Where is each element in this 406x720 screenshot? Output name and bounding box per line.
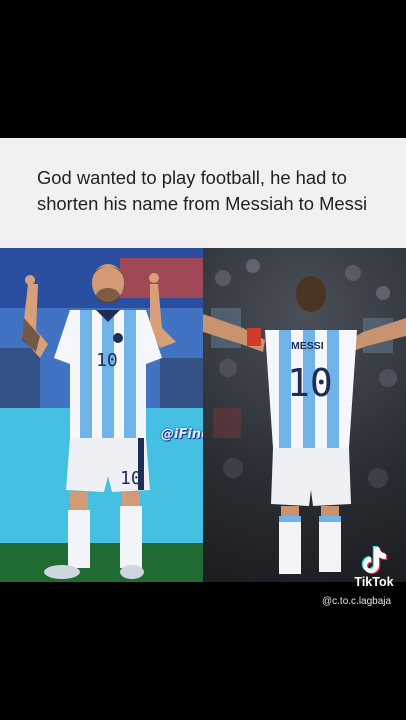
video-frame: God wanted to play football, he had to s… [0, 0, 406, 720]
jersey-number-left: 10 [96, 350, 118, 371]
player-arms-spread-illustration: MESSI 10 [203, 259, 406, 574]
shorts-number-left: 10 [120, 468, 142, 489]
photo-left: 10 10 @iFineDieHub [0, 248, 203, 582]
caption-text: God wanted to play football, he had to s… [37, 167, 368, 214]
photo-right: MESSI 10 [203, 248, 406, 582]
creator-handle[interactable]: @c.to.c.lagbaja [322, 596, 391, 607]
tiktok-logo-icon [361, 546, 388, 574]
jersey-name-right: MESSI [291, 340, 324, 352]
tiktok-watermark: TikTok [348, 546, 400, 589]
player-pointing-up-illustration: 10 10 [0, 248, 203, 582]
jersey-number-right: 10 [287, 361, 333, 405]
tiktok-label: TikTok [354, 575, 394, 589]
caption-card: God wanted to play football, he had to s… [0, 138, 406, 248]
watermark-handle: @iFineDieHub [161, 427, 203, 442]
photo-collage: 10 10 @iFineDieHub [0, 248, 406, 582]
